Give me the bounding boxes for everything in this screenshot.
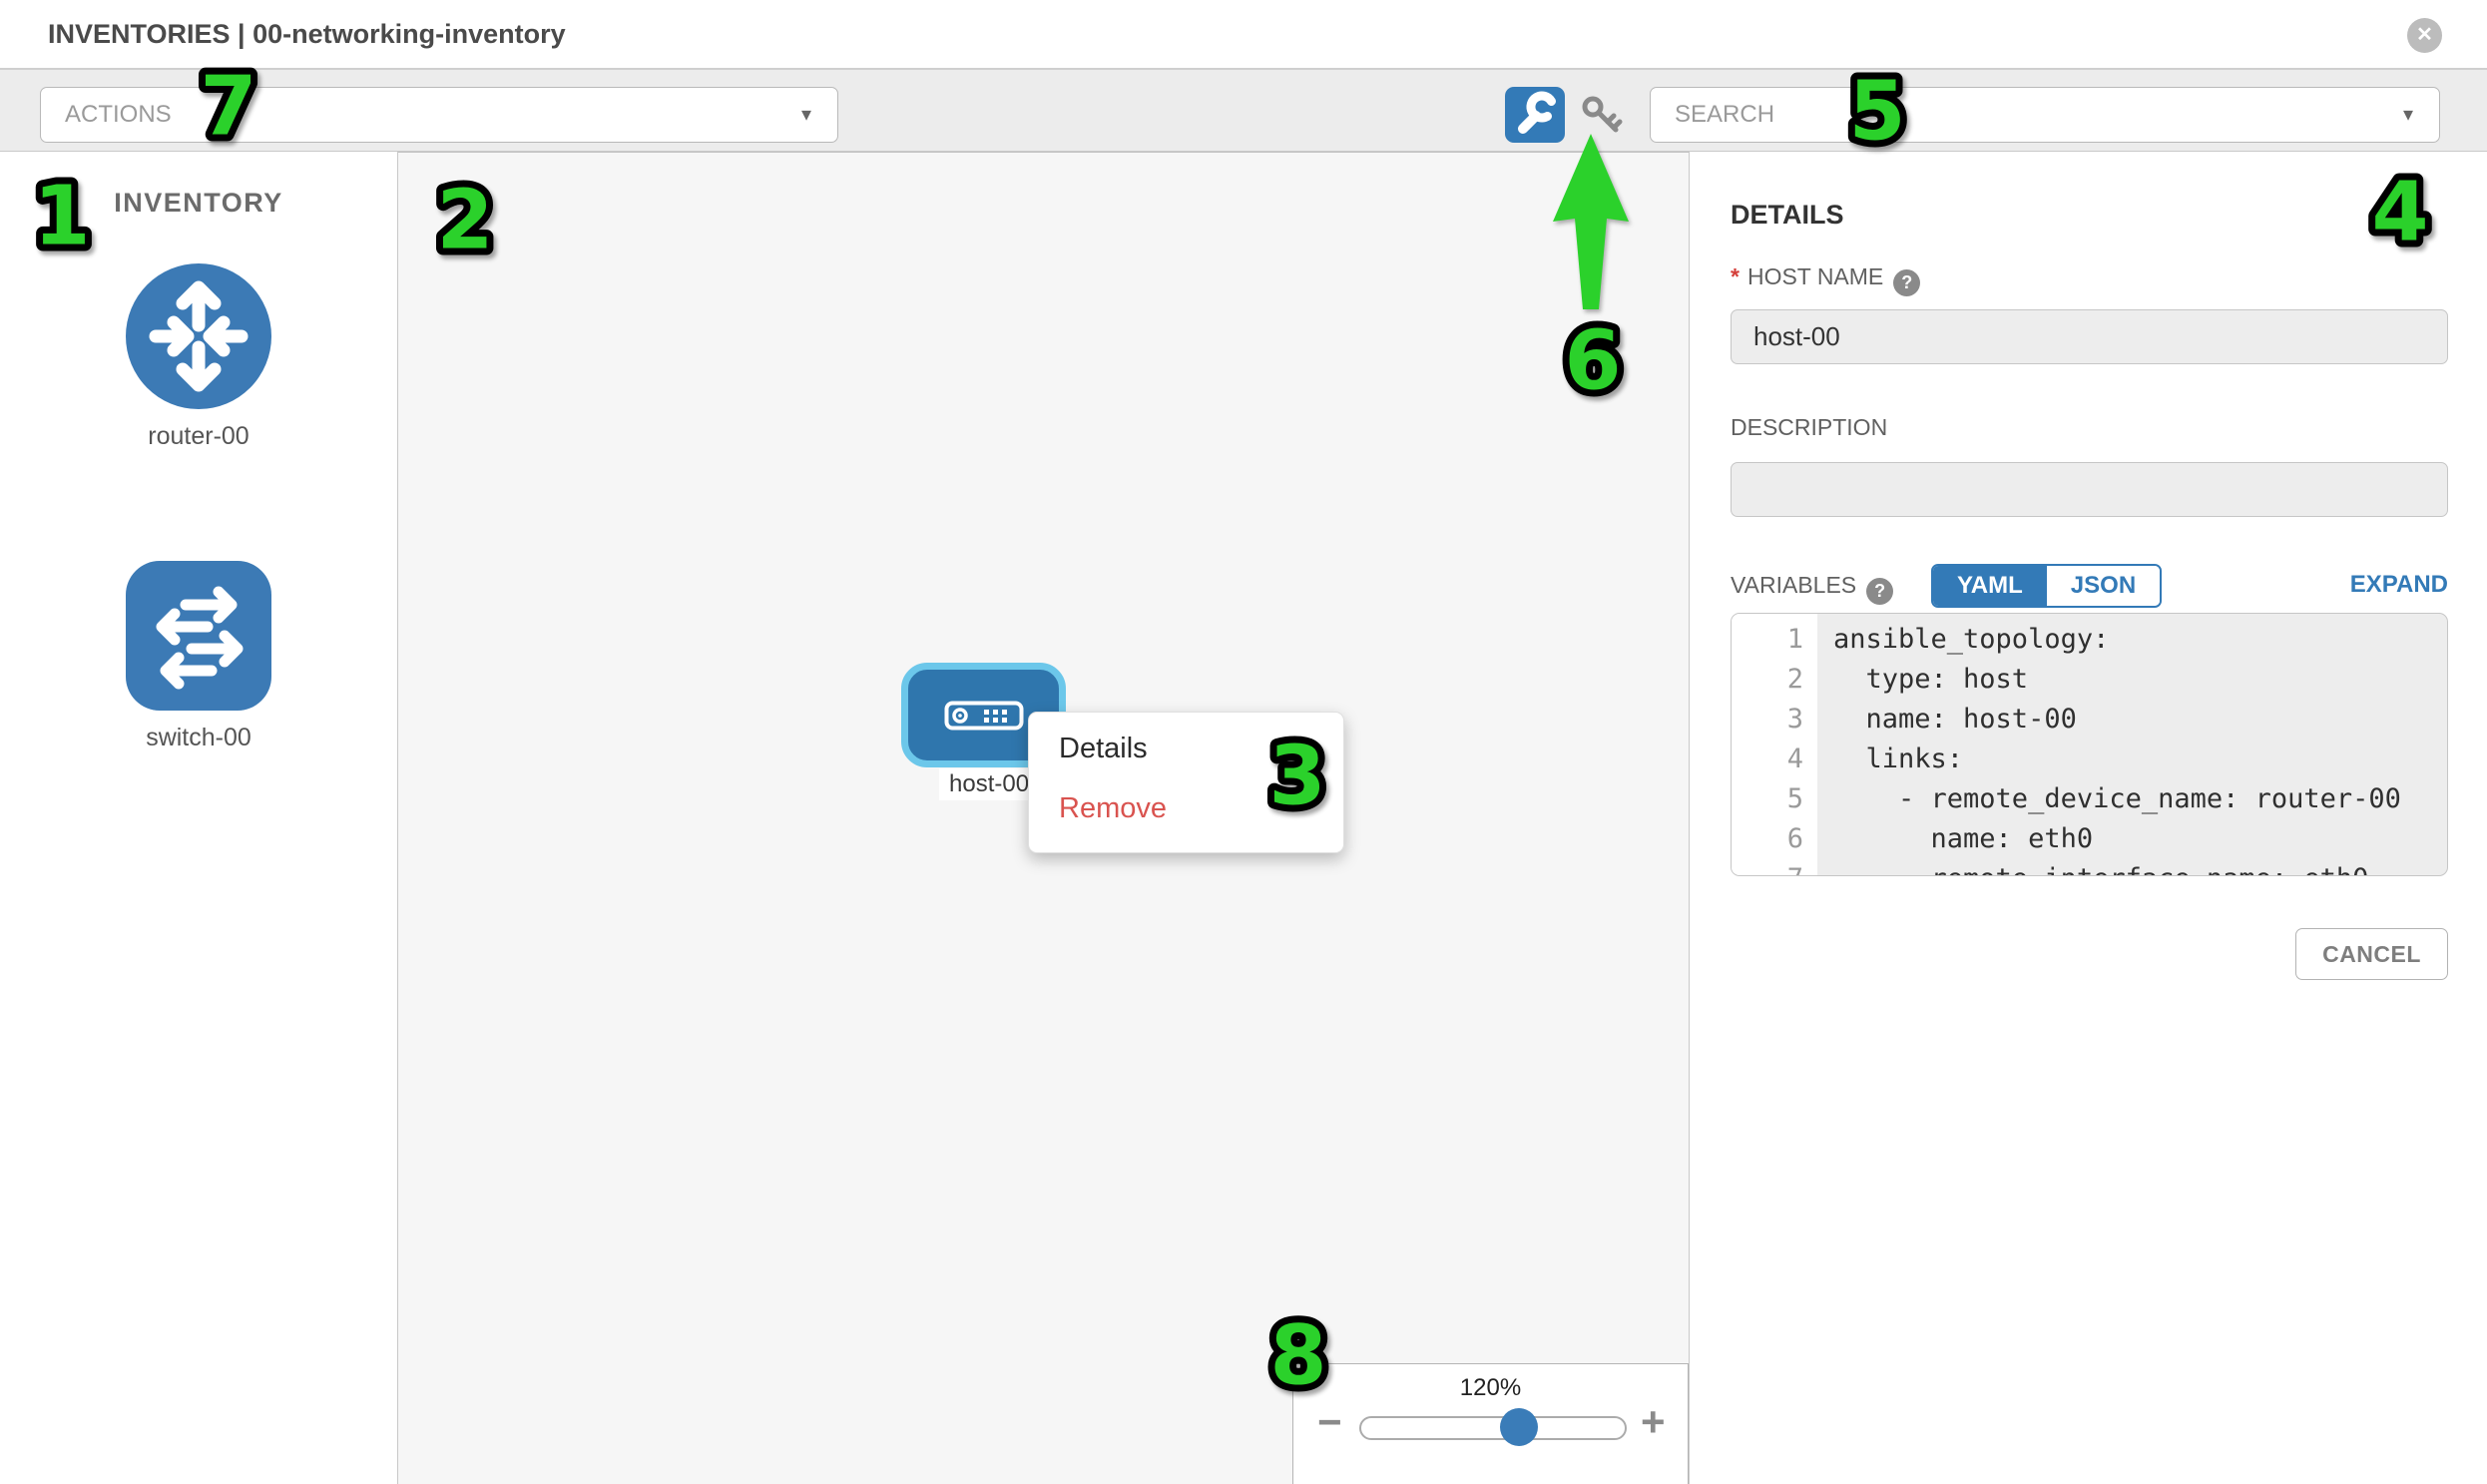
sidebar-item-label: router-00 <box>0 422 397 451</box>
editor-line-number-gutter: 1 2 3 4 5 6 7 <box>1732 614 1817 875</box>
menu-item-details[interactable]: Details <box>1059 733 1148 765</box>
sidebar-title: INVENTORY <box>0 188 397 219</box>
router-icon <box>126 263 271 409</box>
code-line: name: host-00 <box>1833 700 2447 740</box>
chevron-down-icon: ▾ <box>801 88 811 142</box>
code-line: name: eth0 <box>1833 819 2447 859</box>
description-input[interactable] <box>1731 462 2448 517</box>
actions-dropdown[interactable]: ACTIONS ▾ <box>40 87 838 143</box>
line-number: 5 <box>1732 779 1817 819</box>
zoom-in-icon[interactable]: + <box>1641 1398 1666 1446</box>
description-label: DESCRIPTION <box>1731 414 1887 441</box>
variables-code-editor[interactable]: 1 2 3 4 5 6 7 ansible_topology: type: ho… <box>1731 613 2448 876</box>
topology-canvas[interactable]: host-00 Details Remove 120% − + <box>398 152 1690 1484</box>
line-number: 1 <box>1732 620 1817 660</box>
code-line: - remote_device_name: router-00 <box>1833 779 2447 819</box>
line-number: 6 <box>1732 819 1817 859</box>
zoom-control-panel: 120% − + <box>1292 1363 1689 1484</box>
host-name-label-row: * HOST NAME? <box>1731 263 1920 296</box>
app-window: INVENTORIES | 00-networking-inventory ✕ … <box>0 0 2487 1484</box>
variables-label: VARIABLES <box>1731 572 1856 598</box>
variables-row: VARIABLES? YAML JSON EXPAND <box>1731 563 2448 607</box>
credentials-button[interactable] <box>1579 94 1625 140</box>
sidebar-item-label: switch-00 <box>0 724 397 752</box>
line-number: 4 <box>1732 740 1817 779</box>
search-dropdown[interactable]: SEARCH ▾ <box>1650 87 2440 143</box>
tab-json[interactable]: JSON <box>2047 566 2160 606</box>
search-dropdown-label: SEARCH <box>1675 88 1774 142</box>
host-name-label: HOST NAME <box>1747 263 1883 289</box>
chevron-down-icon: ▾ <box>2403 88 2413 142</box>
cancel-button[interactable]: CANCEL <box>2295 928 2448 980</box>
inventory-sidebar: INVENTORY router-00 <box>0 152 398 1484</box>
variables-format-toggle: YAML JSON <box>1931 564 2162 608</box>
expand-link[interactable]: EXPAND <box>2350 563 2448 607</box>
editor-code-area[interactable]: ansible_topology: type: host name: host-… <box>1817 614 2447 875</box>
actions-dropdown-label: ACTIONS <box>65 88 172 142</box>
zoom-slider-track[interactable] <box>1359 1416 1627 1440</box>
close-icon[interactable]: ✕ <box>2407 18 2442 53</box>
node-context-menu: Details Remove <box>1028 712 1344 853</box>
wrench-icon <box>1505 87 1565 143</box>
sidebar-item-switch[interactable]: switch-00 <box>0 561 397 752</box>
sidebar-item-router[interactable]: router-00 <box>0 263 397 451</box>
code-line: remote_interface_name: eth0 <box>1833 859 2447 876</box>
zoom-level-value: 120% <box>1293 1374 1688 1402</box>
line-number: 7 <box>1732 859 1817 876</box>
tools-button[interactable] <box>1505 87 1565 143</box>
switch-icon <box>126 561 271 711</box>
host-name-input[interactable] <box>1731 309 2448 364</box>
host-node-label: host-00 <box>939 768 1039 800</box>
required-marker: * <box>1731 263 1740 289</box>
code-line: ansible_topology: <box>1833 620 2447 660</box>
code-line: links: <box>1833 740 2447 779</box>
details-panel-title: DETAILS <box>1731 200 1844 231</box>
line-number: 2 <box>1732 660 1817 700</box>
tab-yaml[interactable]: YAML <box>1933 566 2047 606</box>
zoom-slider-handle[interactable] <box>1500 1408 1538 1446</box>
key-icon <box>1579 94 1625 140</box>
menu-item-remove[interactable]: Remove <box>1059 792 1167 825</box>
help-icon[interactable]: ? <box>1893 269 1920 296</box>
code-line: type: host <box>1833 660 2447 700</box>
host-icon <box>944 701 1024 731</box>
help-icon[interactable]: ? <box>1866 578 1893 605</box>
zoom-out-icon[interactable]: − <box>1317 1398 1342 1446</box>
header-bar: INVENTORIES | 00-networking-inventory ✕ <box>0 0 2487 70</box>
breadcrumb-title: INVENTORIES | 00-networking-inventory <box>48 0 566 68</box>
line-number: 3 <box>1732 700 1817 740</box>
toolbar: ACTIONS ▾ SEARCH ▾ <box>0 70 2487 152</box>
details-panel: DETAILS * HOST NAME? DESCRIPTION VARIABLE… <box>1694 152 2487 1484</box>
